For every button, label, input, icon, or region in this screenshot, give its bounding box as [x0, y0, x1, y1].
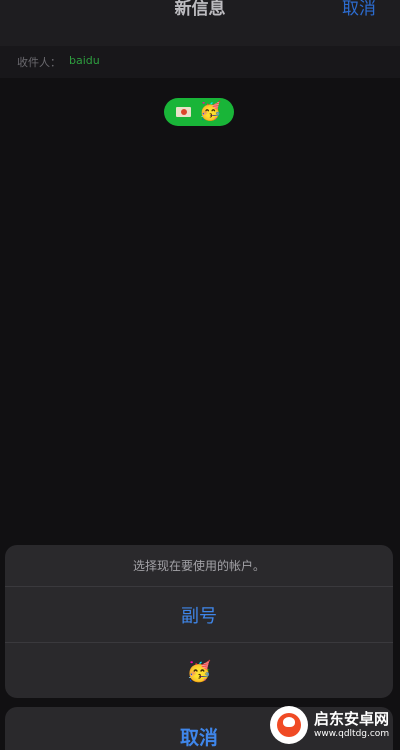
party-face-emoji: 🥳 [186, 659, 212, 683]
action-sheet-message: 选择现在要使用的帐户。 [5, 545, 393, 587]
flag-icon [176, 107, 192, 117]
nav-cancel-button[interactable]: 取消 [342, 0, 376, 18]
recipient-token[interactable]: baidu [69, 54, 100, 67]
account-action-sheet: 选择现在要使用的帐户。 副号 🥳 [5, 545, 393, 698]
page-title: 新信息 [174, 0, 226, 19]
watermark-text: 启东安卓网 www.qdltdg.com [314, 710, 389, 740]
site-logo-icon [270, 706, 308, 744]
watermark: 启东安卓网 www.qdltdg.com [270, 700, 396, 750]
account-option-emoji[interactable]: 🥳 [5, 643, 393, 698]
nav-bar: 新信息 取消 [0, 0, 400, 46]
party-face-emoji: 🥳 [199, 101, 222, 122]
recipient-row[interactable]: 收件人： baidu [0, 46, 400, 78]
watermark-url: www.qdltdg.com [314, 729, 390, 739]
new-message-screen: 新信息 取消 收件人： baidu 🥳 选择现在要使用的帐户。 副号 🥳 取消 … [0, 0, 400, 750]
recipient-label: 收件人： [17, 56, 61, 69]
watermark-name: 启东安卓网 [314, 710, 390, 728]
message-bubble[interactable]: 🥳 [164, 98, 234, 126]
account-option-fuhao[interactable]: 副号 [5, 587, 393, 643]
